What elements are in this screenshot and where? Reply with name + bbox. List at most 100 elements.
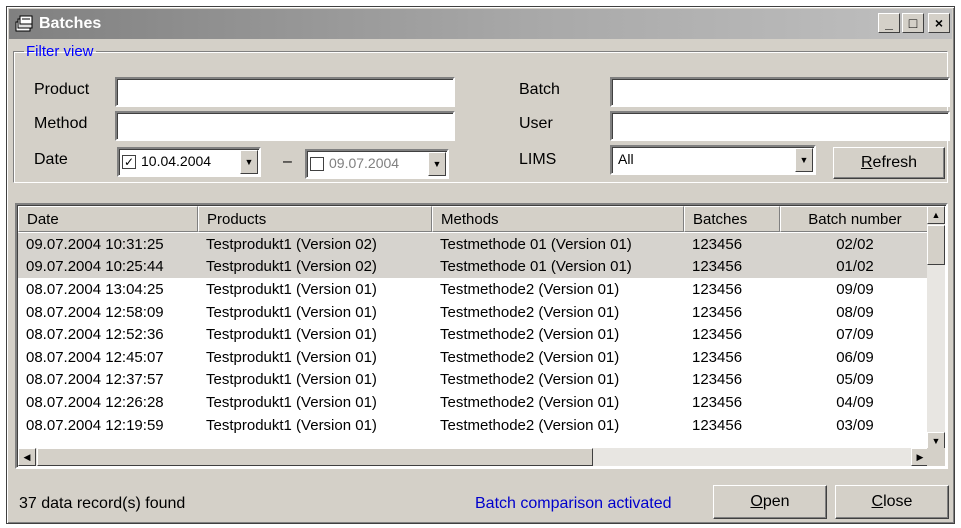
date-from-value: 10.04.2004 — [141, 153, 212, 169]
cell-batch: 123456 — [692, 393, 743, 411]
date-to-dropdown-icon[interactable]: ▼ — [428, 152, 446, 176]
cell-method: Testmethode 01 (Version 01) — [440, 258, 632, 276]
cell-batch-number: 07/09 — [836, 326, 874, 344]
cell-method: Testmethode 01 (Version 01) — [440, 235, 632, 253]
table-body: 09.07.2004 10:31:25 Testprodukt1 (Version… — [18, 233, 930, 436]
cell-batch: 123456 — [692, 348, 743, 366]
cell-batch-number: 01/02 — [836, 258, 874, 276]
cell-method: Testmethode2 (Version 01) — [440, 393, 620, 411]
close-label-rest: lose — [883, 493, 913, 510]
cell-product: Testprodukt1 (Version 02) — [206, 258, 377, 276]
minimize-icon: _ — [885, 15, 893, 31]
horizontal-scrollbar[interactable]: ◀ ▶ — [18, 448, 929, 466]
table-row[interactable]: 08.07.2004 12:52:36 Testprodukt1 (Version… — [18, 323, 930, 346]
refresh-mnemonic: R — [860, 154, 873, 171]
title-bar[interactable]: Batches _ □ × — [9, 9, 952, 39]
table-row[interactable]: 09.07.2004 10:31:25 Testprodukt1 (Version… — [18, 233, 930, 256]
cell-batch-number: 06/09 — [836, 348, 874, 366]
refresh-label-rest: efresh — [872, 154, 918, 171]
table-row[interactable]: 09.07.2004 10:25:44 Testprodukt1 (Version… — [18, 255, 930, 279]
cell-method: Testmethode2 (Version 01) — [440, 416, 620, 434]
cell-batch: 123456 — [692, 326, 743, 344]
column-header-methods[interactable]: Methods — [432, 206, 684, 232]
column-header-batch-number[interactable]: Batch number — [780, 206, 930, 232]
horizontal-scroll-thumb[interactable] — [37, 448, 593, 466]
product-label: Product — [34, 81, 90, 98]
cell-method: Testmethode2 (Version 01) — [440, 280, 620, 298]
table-header: Date Products Methods Batches Batch numb… — [18, 206, 930, 232]
close-icon: × — [934, 15, 944, 31]
date-from-checkbox[interactable]: ✓ — [122, 155, 136, 169]
cell-batch: 123456 — [692, 280, 743, 298]
maximize-button[interactable]: □ — [902, 13, 924, 33]
cell-product: Testprodukt1 (Version 01) — [206, 371, 377, 389]
date-from-dropdown-icon[interactable]: ▼ — [240, 150, 258, 174]
column-header-date[interactable]: Date — [18, 206, 198, 232]
cell-batch: 123456 — [692, 303, 743, 321]
close-mnemonic: C — [871, 493, 884, 510]
cell-date: 08.07.2004 12:52:36 — [26, 326, 164, 344]
date-range-separator: – — [283, 153, 292, 170]
cell-batch-number: 02/02 — [836, 235, 874, 253]
cell-method: Testmethode2 (Version 01) — [440, 326, 620, 344]
column-header-products[interactable]: Products — [198, 206, 432, 232]
method-label: Method — [34, 115, 88, 132]
column-header-batches[interactable]: Batches — [684, 206, 780, 232]
filter-view-legend: Filter view — [26, 43, 94, 60]
cell-batch: 123456 — [692, 416, 743, 434]
lims-label: LIMS — [519, 151, 557, 168]
cell-batch: 123456 — [692, 258, 743, 276]
date-to-value: 09.07.2004 — [329, 155, 400, 171]
comparison-status: Batch comparison activated — [475, 495, 672, 512]
cell-batch-number: 04/09 — [836, 393, 874, 411]
table-row[interactable]: 08.07.2004 12:45:07 Testprodukt1 (Version… — [18, 346, 930, 369]
cell-batch: 123456 — [692, 371, 743, 389]
cell-product: Testprodukt1 (Version 01) — [206, 416, 377, 434]
vertical-scroll-thumb[interactable] — [927, 225, 945, 265]
cell-batch-number: 03/09 — [836, 416, 874, 434]
cell-date: 08.07.2004 12:26:28 — [26, 393, 164, 411]
user-label: User — [519, 115, 553, 132]
refresh-button[interactable]: Refresh — [833, 147, 945, 179]
close-window-button[interactable]: × — [928, 13, 950, 33]
date-to-picker[interactable]: 09.07.2004 ▼ — [305, 149, 449, 179]
cell-batch: 123456 — [692, 235, 743, 253]
batches-app-icon — [15, 15, 33, 32]
vertical-scrollbar[interactable]: ▲ ▼ — [927, 206, 945, 450]
scroll-up-icon[interactable]: ▲ — [927, 206, 945, 224]
cell-date: 08.07.2004 12:37:57 — [26, 371, 164, 389]
maximize-icon: □ — [908, 15, 918, 31]
cell-batch-number: 05/09 — [836, 371, 874, 389]
cell-method: Testmethode2 (Version 01) — [440, 348, 620, 366]
date-to-checkbox[interactable] — [310, 157, 324, 171]
close-button[interactable]: Close — [835, 485, 949, 519]
cell-batch-number: 08/09 — [836, 303, 874, 321]
cell-batch-number: 09/09 — [836, 280, 874, 298]
batches-table[interactable]: Date Products Methods Batches Batch numb… — [15, 203, 948, 469]
user-input[interactable] — [610, 111, 950, 141]
table-row[interactable]: 08.07.2004 12:37:57 Testprodukt1 (Version… — [18, 369, 930, 392]
minimize-button[interactable]: _ — [878, 13, 900, 33]
method-input[interactable] — [115, 111, 455, 141]
batch-input[interactable] — [610, 77, 950, 107]
open-label-rest: pen — [762, 493, 790, 510]
open-mnemonic: O — [750, 493, 763, 510]
cell-date: 08.07.2004 12:19:59 — [26, 416, 164, 434]
table-row[interactable]: 08.07.2004 13:04:25 Testprodukt1 (Version… — [18, 278, 930, 301]
batches-window: Batches _ □ × Filter view Product Method… — [6, 6, 955, 524]
cell-product: Testprodukt1 (Version 01) — [206, 326, 377, 344]
table-row[interactable]: 08.07.2004 12:26:28 Testprodukt1 (Version… — [18, 391, 930, 414]
table-row[interactable]: 08.07.2004 12:19:59 Testprodukt1 (Version… — [18, 414, 930, 437]
date-from-picker[interactable]: ✓ 10.04.2004 ▼ — [117, 147, 261, 177]
cell-product: Testprodukt1 (Version 01) — [206, 348, 377, 366]
date-label: Date — [34, 151, 68, 168]
scroll-left-icon[interactable]: ◀ — [18, 448, 36, 466]
lims-dropdown-icon[interactable]: ▼ — [795, 148, 813, 172]
batch-label: Batch — [519, 81, 560, 98]
cell-method: Testmethode2 (Version 01) — [440, 303, 620, 321]
lims-select[interactable]: All ▼ — [610, 145, 816, 175]
table-row[interactable]: 08.07.2004 12:58:09 Testprodukt1 (Version… — [18, 301, 930, 324]
product-input[interactable] — [115, 77, 455, 107]
cell-product: Testprodukt1 (Version 01) — [206, 393, 377, 411]
open-button[interactable]: Open — [713, 485, 827, 519]
